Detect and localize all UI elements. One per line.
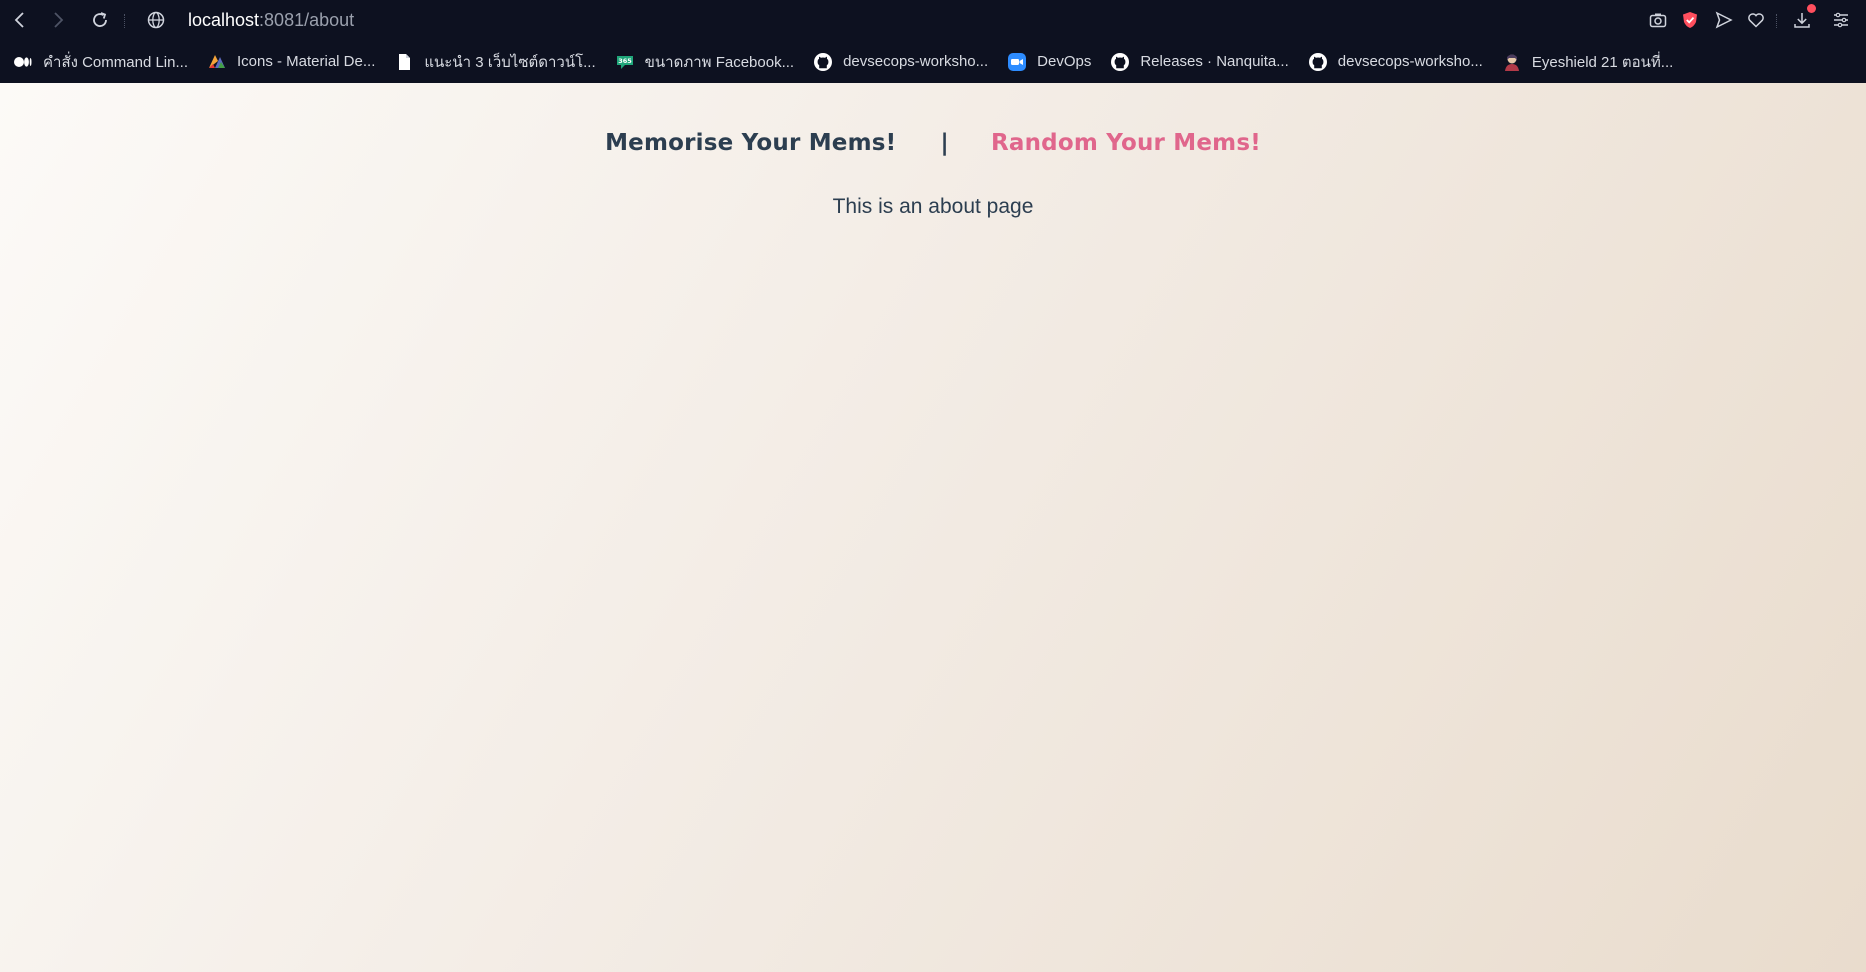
github-icon	[1308, 52, 1328, 72]
github-icon	[813, 52, 833, 72]
bookmark-label: devsecops-worksho...	[1337, 53, 1483, 70]
back-arrow-icon[interactable]	[8, 8, 32, 32]
nav-separator: |	[940, 130, 949, 156]
page-viewport: Memorise Your Mems! | Random Your Mems! …	[0, 83, 1866, 972]
medium-icon	[13, 52, 33, 72]
url-path: :8081/about	[259, 10, 355, 30]
url-host: localhost	[188, 10, 260, 30]
bookmark-label: devsecops-worksho...	[843, 53, 989, 70]
github-icon	[1110, 52, 1130, 72]
bookmark-item[interactable]: devsecops-worksho...	[813, 52, 988, 72]
bookmark-item[interactable]: คำสั่ง Command Lin...	[13, 50, 188, 74]
nav-link-random[interactable]: Random Your Mems!	[991, 130, 1261, 156]
bookmark-item[interactable]: แนะนำ 3 เว็บไซต์ดาวน์โ...	[394, 50, 596, 74]
forward-arrow-icon[interactable]	[46, 8, 70, 32]
about-text: This is an about page	[832, 195, 1034, 218]
bookmark-item[interactable]: Releases · Nanquita...	[1110, 52, 1289, 72]
browser-toolbar: localhost:8081/about	[0, 0, 1866, 40]
bookmark-label: Icons - Material De...	[236, 53, 376, 70]
avatar-icon	[1502, 52, 1522, 72]
bookmark-item[interactable]: Icons - Material De...	[207, 52, 375, 72]
nav-link-memorise[interactable]: Memorise Your Mems!	[605, 130, 896, 156]
toolbar-divider	[1776, 14, 1779, 28]
camera-icon[interactable]	[1647, 9, 1669, 31]
site-nav: Memorise Your Mems! | Random Your Mems!	[0, 123, 1866, 163]
toolbar-divider	[124, 14, 127, 28]
shield-icon[interactable]	[1679, 9, 1701, 31]
menu-icon[interactable]	[1830, 9, 1852, 31]
address-bar[interactable]: localhost:8081/about	[188, 9, 354, 31]
bookmark-label: Eyeshield 21 ตอนที่...	[1531, 53, 1674, 71]
bookmark-label: DevOps	[1037, 53, 1092, 70]
bookmark-label: ขนาดภาพ Facebook...	[644, 53, 795, 71]
bookmark-label: Releases · Nanquita...	[1140, 53, 1289, 70]
bookmark-label: แนะนำ 3 เว็บไซต์ดาวน์โ...	[424, 53, 596, 71]
send-icon[interactable]	[1713, 9, 1735, 31]
bookmark-item[interactable]: DevOps	[1007, 52, 1091, 72]
svg-text:365: 365	[618, 57, 632, 65]
bookmark-item[interactable]: Eyeshield 21 ตอนที่...	[1502, 50, 1673, 74]
file-icon	[394, 52, 414, 72]
bookmark-item[interactable]: devsecops-worksho...	[1308, 52, 1483, 72]
bookmark-item[interactable]: 365 ขนาดภาพ Facebook...	[615, 50, 794, 74]
heart-icon[interactable]	[1745, 9, 1767, 31]
globe-icon	[145, 9, 167, 31]
zoom-icon	[1007, 52, 1027, 72]
bookmark-label: คำสั่ง Command Lin...	[43, 53, 188, 71]
download-icon[interactable]	[1791, 4, 1816, 31]
reload-icon[interactable]	[88, 8, 112, 32]
365-icon: 365	[615, 52, 635, 72]
material-icon	[207, 52, 227, 72]
notification-dot	[1807, 4, 1816, 13]
bookmarks-bar: คำสั่ง Command Lin... Icons - Material D…	[0, 40, 1866, 83]
